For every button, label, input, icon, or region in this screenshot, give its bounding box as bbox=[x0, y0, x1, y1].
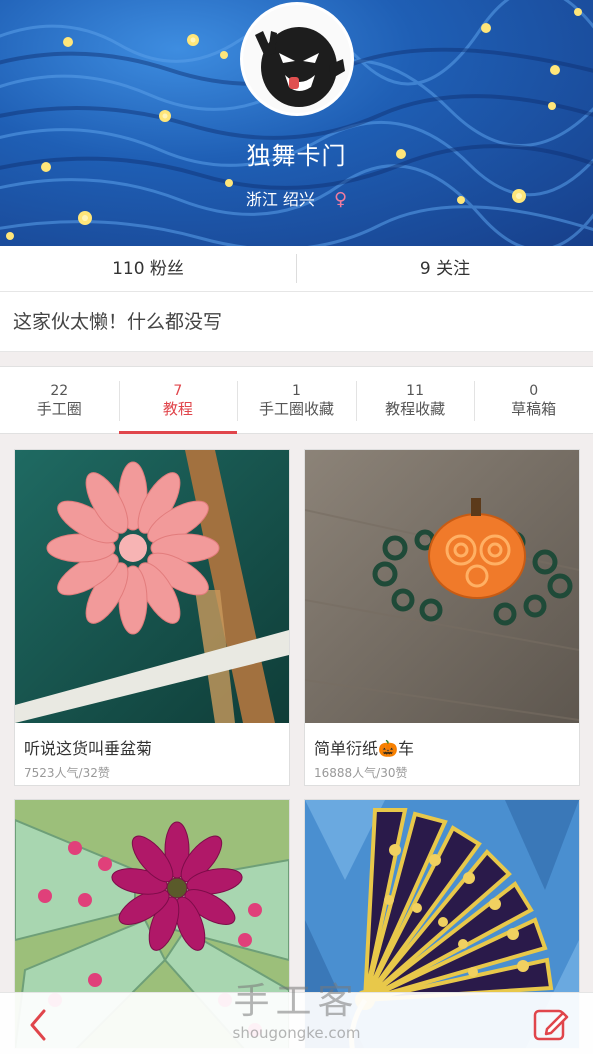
title-text-suffix: 车 bbox=[397, 739, 414, 758]
profile-page: 独舞卡门 浙江 绍兴 ♀ 110 粉丝 9 关注 这家伙太懒！什么都没写 22 … bbox=[0, 0, 593, 1054]
tutorial-thumbnail bbox=[305, 450, 579, 723]
tab-label: 教程收藏 bbox=[385, 400, 446, 418]
back-button[interactable] bbox=[22, 1005, 58, 1045]
content-tabs: 22 手工圈 7 教程 1 手工圈收藏 11 教程收藏 0 草稿箱 bbox=[0, 366, 593, 434]
gender-female-icon: ♀ bbox=[334, 189, 348, 210]
following-count-button[interactable]: 9 关注 bbox=[297, 246, 593, 291]
title-text: 简单衍纸 bbox=[314, 739, 379, 758]
tab-count: 22 bbox=[50, 383, 69, 399]
nickname: 独舞卡门 bbox=[246, 142, 347, 170]
edit-icon bbox=[533, 1009, 569, 1041]
tutorial-card[interactable]: 简单衍纸🎃车 16888人气/30赞 bbox=[304, 449, 580, 786]
tutorial-card[interactable]: 听说这货叫垂盆菊 7523人气/32赞 bbox=[14, 449, 290, 786]
avatar[interactable] bbox=[240, 2, 354, 116]
follow-stats: 110 粉丝 9 关注 bbox=[0, 246, 593, 292]
tab-count: 7 bbox=[173, 383, 183, 399]
tab-drafts[interactable]: 0 草稿箱 bbox=[474, 367, 593, 433]
fans-count-button[interactable]: 110 粉丝 bbox=[0, 246, 296, 291]
tab-label: 手工圈收藏 bbox=[258, 400, 334, 418]
bottom-toolbar bbox=[0, 992, 593, 1054]
tab-tutorials[interactable]: 7 教程 bbox=[118, 367, 238, 434]
tutorial-thumbnail bbox=[15, 450, 289, 723]
bio-text: 这家伙太懒！什么都没写 bbox=[0, 292, 593, 352]
tutorial-stats: 16888人气/30赞 bbox=[314, 766, 408, 780]
tab-count: 1 bbox=[292, 383, 301, 399]
pumpkin-icon: 🎃 bbox=[378, 739, 398, 758]
profile-banner: 独舞卡门 浙江 绍兴 ♀ bbox=[0, 0, 593, 246]
tab-handcraft-circle[interactable]: 22 手工圈 bbox=[0, 367, 119, 433]
edit-button[interactable] bbox=[531, 1005, 571, 1045]
chevron-left-icon bbox=[30, 1009, 46, 1041]
location-text: 浙江 绍兴 bbox=[245, 190, 315, 209]
tab-count: 0 bbox=[529, 383, 539, 399]
tab-count: 11 bbox=[406, 383, 424, 399]
avatar-image bbox=[243, 5, 351, 113]
tutorial-stats: 7523人气/32赞 bbox=[24, 766, 110, 780]
tab-label: 手工圈 bbox=[36, 400, 82, 418]
tab-tutorial-favorites[interactable]: 11 教程收藏 bbox=[355, 367, 475, 433]
tab-label: 草稿箱 bbox=[511, 400, 557, 418]
tutorial-title: 听说这货叫垂盆菊 bbox=[24, 739, 153, 758]
location-row: 浙江 绍兴 ♀ bbox=[0, 186, 593, 210]
tutorial-title: 简单衍纸🎃车 bbox=[314, 735, 414, 759]
tab-circle-favorites[interactable]: 1 手工圈收藏 bbox=[237, 367, 356, 433]
tab-label: 教程 bbox=[162, 400, 193, 418]
